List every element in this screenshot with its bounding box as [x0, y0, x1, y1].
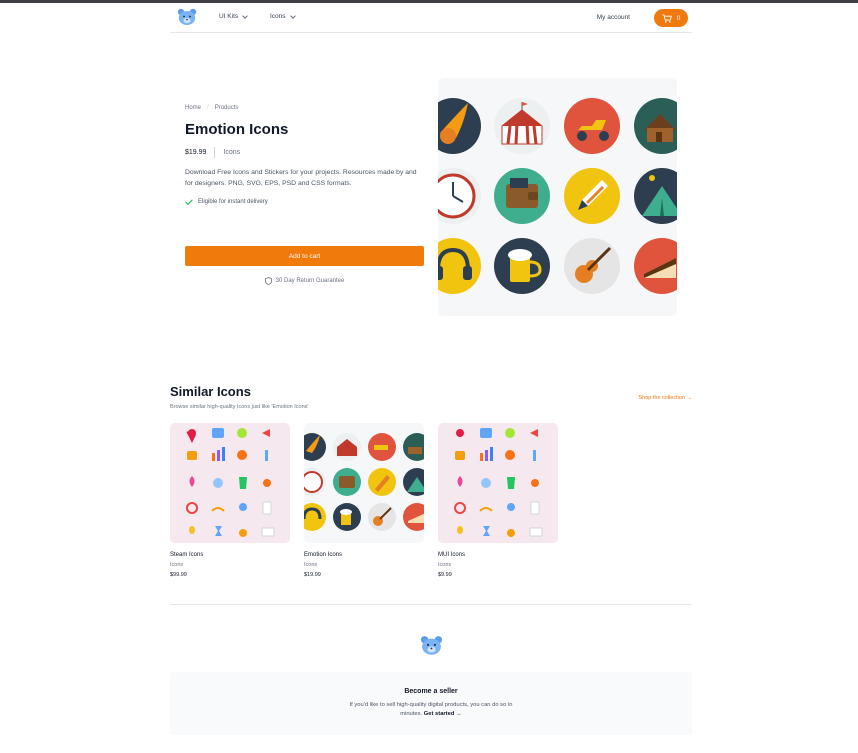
seller-text: If you'd like to sell high-quality digit… — [341, 701, 521, 719]
card-title[interactable]: Steam Icons — [170, 552, 290, 558]
shield-icon — [264, 277, 272, 285]
nav-icons-label: Icons — [270, 13, 286, 20]
product-card-mui[interactable]: MUI Icons Icons $9.99 — [438, 423, 558, 578]
mui-icons-preview — [454, 428, 543, 537]
meteor-icon — [438, 98, 481, 154]
breadcrumb-home[interactable]: Home — [185, 105, 201, 111]
breadcrumb: Home / Products — [185, 105, 238, 111]
emotion-icons-preview — [438, 98, 677, 294]
card-price: $19.99 — [304, 572, 321, 578]
scooter-icon — [564, 98, 620, 154]
chevron-down-icon — [289, 12, 296, 19]
eligibility-note: Eligible for instant delivery — [185, 199, 268, 205]
return-guarantee: 30 Day Return Guarantee — [185, 277, 424, 285]
seller-heading: Become a seller — [404, 688, 458, 695]
eligibility-text: Eligible for instant delivery — [198, 199, 268, 205]
card-title[interactable]: MUI Icons — [438, 552, 558, 558]
product-description: Download Free Icons and Stickers for you… — [185, 169, 417, 187]
similar-section-subtitle: Browse similar high-quality Icons just l… — [170, 404, 309, 410]
product-card-steam[interactable]: Steam Icons Icons $99.99 — [170, 423, 290, 578]
cart-icon — [662, 14, 672, 23]
wallet-icon — [494, 168, 550, 224]
steam-icons-preview — [186, 428, 275, 537]
cart-button[interactable]: 0 — [654, 9, 688, 27]
pencil-icon — [564, 168, 620, 224]
cart-count: 0 — [676, 14, 681, 22]
product-image — [438, 78, 677, 316]
nav-ui-kits-label: UI Kits — [219, 13, 239, 20]
card-category: Icons — [438, 562, 452, 568]
get-started-link[interactable]: Get started → — [424, 711, 462, 717]
my-account-link[interactable]: My account — [597, 14, 630, 21]
circus-tent-icon — [494, 98, 550, 154]
product-category: Icons — [223, 149, 241, 156]
card-category: Icons — [170, 562, 184, 568]
add-to-cart-button[interactable]: Add to cart — [185, 246, 424, 266]
check-icon — [185, 199, 193, 205]
product-title: Emotion Icons — [185, 121, 289, 138]
card-image — [438, 423, 558, 543]
card-title[interactable]: Emotion Icons — [304, 552, 424, 558]
divider — [214, 147, 216, 158]
clock-icon — [438, 168, 481, 224]
card-image — [304, 423, 424, 543]
similar-section-title: Similar Icons — [170, 384, 251, 399]
tent-night-icon — [634, 168, 677, 224]
site-header: UI Kits Icons My account 0 — [170, 3, 692, 33]
card-price: $9.99 — [438, 572, 452, 578]
product-price: $19.99 — [185, 149, 207, 156]
card-image — [170, 423, 290, 543]
price-row: $19.99 Icons — [185, 147, 240, 158]
card-price: $99.99 — [170, 572, 187, 578]
cake-slice-icon — [634, 238, 677, 294]
chevron-down-icon — [242, 12, 248, 19]
cabin-icon — [634, 98, 677, 154]
bear-logo-icon — [420, 636, 443, 655]
shop-collection-link[interactable]: Shop the collection → — [638, 395, 692, 401]
bear-logo-icon[interactable] — [177, 8, 197, 26]
become-seller-section: Become a seller If you'd like to sell hi… — [170, 672, 692, 735]
footer-divider — [170, 604, 692, 605]
nav-icons[interactable]: Icons — [270, 12, 296, 20]
breadcrumb-separator: / — [207, 105, 209, 111]
breadcrumb-products[interactable]: Products — [215, 105, 239, 111]
beer-mug-icon — [494, 238, 550, 294]
product-card-emotion[interactable]: Emotion Icons Icons $19.99 — [304, 423, 424, 578]
card-category: Icons — [304, 562, 318, 568]
guitar-icon — [564, 238, 620, 294]
emotion-icons-preview — [304, 433, 424, 531]
guarantee-text: 30 Day Return Guarantee — [275, 278, 345, 284]
nav-ui-kits[interactable]: UI Kits — [219, 12, 248, 20]
headphones-icon — [438, 238, 481, 294]
